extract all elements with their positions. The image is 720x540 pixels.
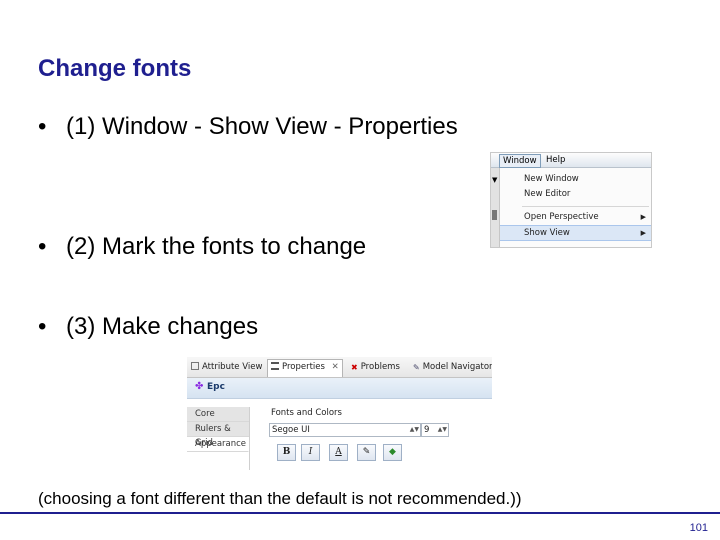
pencil-icon: ✎ (413, 363, 420, 372)
font-name-value: Segoe UI (272, 425, 310, 435)
slide-title: Change fonts (38, 55, 192, 82)
menu-help[interactable]: Help (543, 154, 568, 166)
problems-icon: ✖ (351, 363, 358, 372)
tab-label: Problems (360, 362, 400, 372)
page-number: 101 (689, 522, 708, 534)
bullet-text: (1) Window - Show View - Properties (66, 113, 458, 140)
bullet-text: (3) Make changes (66, 313, 259, 340)
side-tab-core[interactable]: Core (187, 407, 249, 422)
menu-side-strip: ▼ (491, 168, 499, 247)
italic-button[interactable]: I (301, 444, 320, 461)
font-size-field[interactable]: 9 ▲▼ (421, 423, 449, 437)
font-color-button[interactable]: A (329, 444, 348, 461)
font-size-value: 9 (424, 425, 430, 435)
side-tabs: Core Rulers & Grid Appearance (187, 407, 249, 452)
menu-item-open-perspective[interactable]: Open Perspective ▶ (500, 210, 651, 224)
menu-item-label: Open Perspective (524, 212, 599, 222)
window-dropdown: New Window New Editor Open Perspective ▶… (499, 168, 651, 247)
fill-color-button[interactable]: ◆ (383, 444, 402, 461)
menu-item-label: Show View (524, 228, 570, 238)
menu-bar: Window Help (491, 153, 651, 168)
tab-attribute-view[interactable]: Attribute View (191, 360, 262, 375)
view-tab-bar: Attribute View Properties ✕ ✖ Problems ✎ M… (187, 357, 492, 378)
window-menu-screenshot: Window Help ▼ New Window New Editor Open… (490, 152, 652, 248)
menu-item-label: New Editor (524, 189, 571, 199)
font-name-field[interactable]: Segoe UI ▲▼ (269, 423, 421, 437)
table-icon (191, 362, 199, 370)
bullet-dot: • (38, 313, 47, 340)
menu-item-show-view[interactable]: Show View ▶ (500, 225, 651, 241)
tab-problems[interactable]: ✖ Problems (351, 360, 400, 375)
footer-divider (0, 512, 720, 514)
epc-icon: ✤ (195, 381, 204, 392)
tab-model-navigator[interactable]: ✎ Model Navigator (413, 360, 492, 375)
menu-window[interactable]: Window (499, 154, 541, 168)
caption-note: (choosing a font different than the defa… (38, 489, 522, 508)
dropdown-arrow-icon: ▼ (492, 176, 498, 184)
bullet-2: • (2) Mark the fonts to change (38, 233, 366, 261)
bold-button[interactable]: B (277, 444, 296, 461)
bullet-dot: • (38, 113, 47, 140)
line-color-button[interactable]: ✎ (357, 444, 376, 461)
bullet-dot: • (38, 233, 47, 260)
menu-item-label: New Window (524, 174, 579, 184)
bullet-text: (2) Mark the fonts to change (66, 233, 367, 260)
side-tab-appearance[interactable]: Appearance (187, 437, 249, 452)
tab-label: Attribute View (202, 362, 263, 372)
bullet-3: • (3) Make changes (38, 313, 258, 341)
menu-item-new-window[interactable]: New Window (500, 172, 651, 186)
tab-properties[interactable]: Properties ✕ (267, 359, 343, 377)
tab-label: Model Navigator (422, 362, 492, 372)
properties-title: Epc (207, 382, 225, 392)
tab-label: Properties (282, 362, 325, 372)
properties-title-bar: ✤ Epc (187, 378, 492, 399)
close-icon[interactable]: ✕ (332, 362, 339, 372)
properties-view-screenshot: Attribute View Properties ✕ ✖ Problems ✎ M… (187, 357, 492, 472)
toolbar-handle-icon (492, 210, 497, 220)
fonts-colors-label: Fonts and Colors (271, 408, 342, 418)
side-tab-rulers-grid[interactable]: Rulers & Grid (187, 422, 249, 448)
menu-item-new-editor[interactable]: New Editor (500, 187, 651, 201)
properties-icon (271, 362, 279, 370)
menu-separator (522, 206, 649, 207)
submenu-arrow-icon: ▶ (640, 213, 646, 221)
submenu-arrow-icon: ▶ (640, 229, 646, 237)
spinner-icon[interactable]: ▲▼ (438, 424, 447, 436)
paint-bucket-icon: ◆ (389, 447, 396, 457)
bullet-1: • (1) Window - Show View - Properties (38, 113, 458, 141)
pencil-icon: ✎ (362, 447, 371, 457)
panel-divider (249, 407, 250, 470)
spinner-icon[interactable]: ▲▼ (410, 424, 419, 436)
